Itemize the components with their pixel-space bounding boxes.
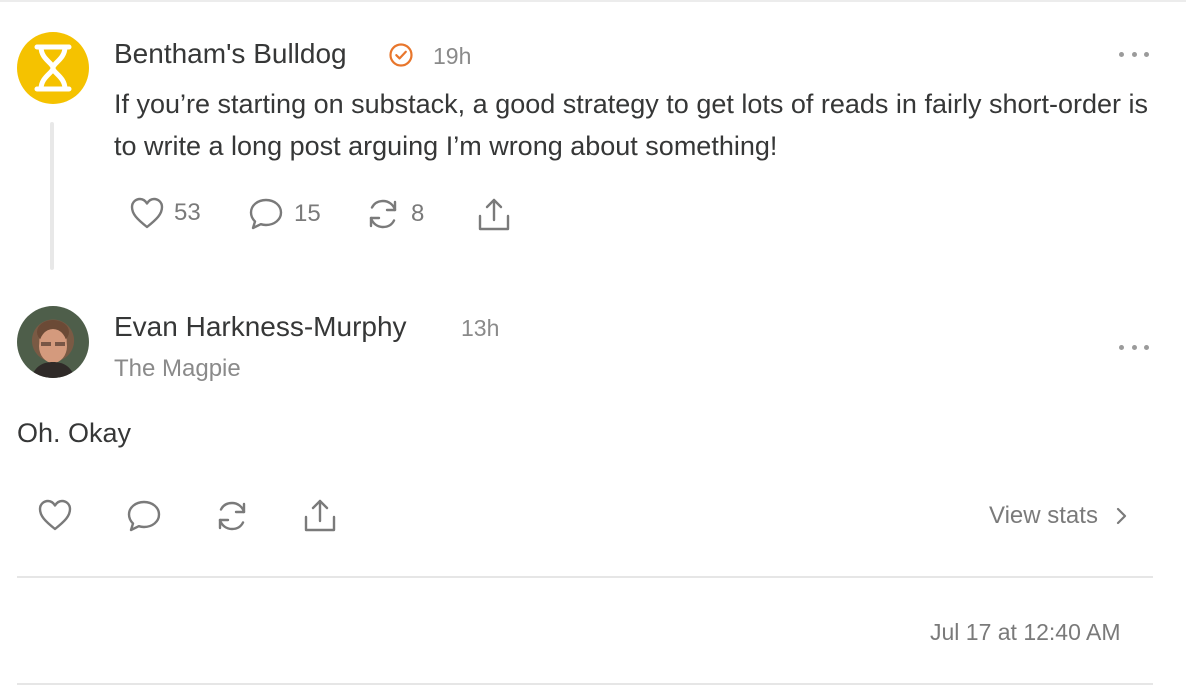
view-stats-link[interactable]: View stats <box>989 502 1128 530</box>
bottom-divider <box>17 683 1153 685</box>
restack-count: 8 <box>411 200 425 227</box>
comment-count: 15 <box>294 200 321 227</box>
footer-divider <box>17 576 1153 578</box>
post-like-button[interactable]: 53 <box>129 196 201 230</box>
verified-check-icon <box>389 43 413 67</box>
heart-icon <box>130 197 164 229</box>
post-text: If you’re starting on substack, a good s… <box>114 89 1149 161</box>
top-divider <box>0 0 1186 2</box>
reply-author-name[interactable]: Evan Harkness-Murphy <box>114 311 407 343</box>
chevron-right-icon <box>1116 507 1127 525</box>
profile-photo-icon <box>31 320 75 378</box>
view-stats-label: View stats <box>989 502 1098 529</box>
share-icon <box>478 198 510 231</box>
post-author-name[interactable]: Bentham's Bulldog <box>114 38 347 70</box>
reply-timestamp[interactable]: 13h <box>461 315 499 342</box>
post-share-button[interactable] <box>475 196 513 234</box>
evan-avatar[interactable] <box>17 306 89 378</box>
comment-bubble-icon <box>249 198 283 230</box>
heart-icon <box>38 499 72 531</box>
comment-bubble-icon <box>127 500 161 532</box>
like-count: 53 <box>174 199 201 226</box>
post-comment-button[interactable]: 15 <box>247 196 321 232</box>
post-restack-button[interactable]: 8 <box>364 196 424 232</box>
thread-line <box>50 122 54 270</box>
reply-publication[interactable]: The Magpie <box>114 355 241 383</box>
restack-icon <box>218 501 246 531</box>
reply-comment-button[interactable] <box>125 498 163 534</box>
reply-more-options-icon[interactable] <box>1119 342 1149 352</box>
restack-icon <box>369 199 397 229</box>
reply-text: Oh. Okay <box>17 418 132 448</box>
reply-restack-button[interactable] <box>213 498 251 534</box>
post-more-options-icon[interactable] <box>1119 49 1149 59</box>
bentham-avatar[interactable] <box>17 32 89 104</box>
hourglass-icon <box>34 44 72 92</box>
reply-like-button[interactable] <box>37 498 73 532</box>
post-timestamp[interactable]: 19h <box>433 43 471 70</box>
reply-share-button[interactable] <box>301 497 339 535</box>
post-date: Jul 17 at 12:40 AM <box>930 619 1121 645</box>
share-icon <box>304 499 336 532</box>
